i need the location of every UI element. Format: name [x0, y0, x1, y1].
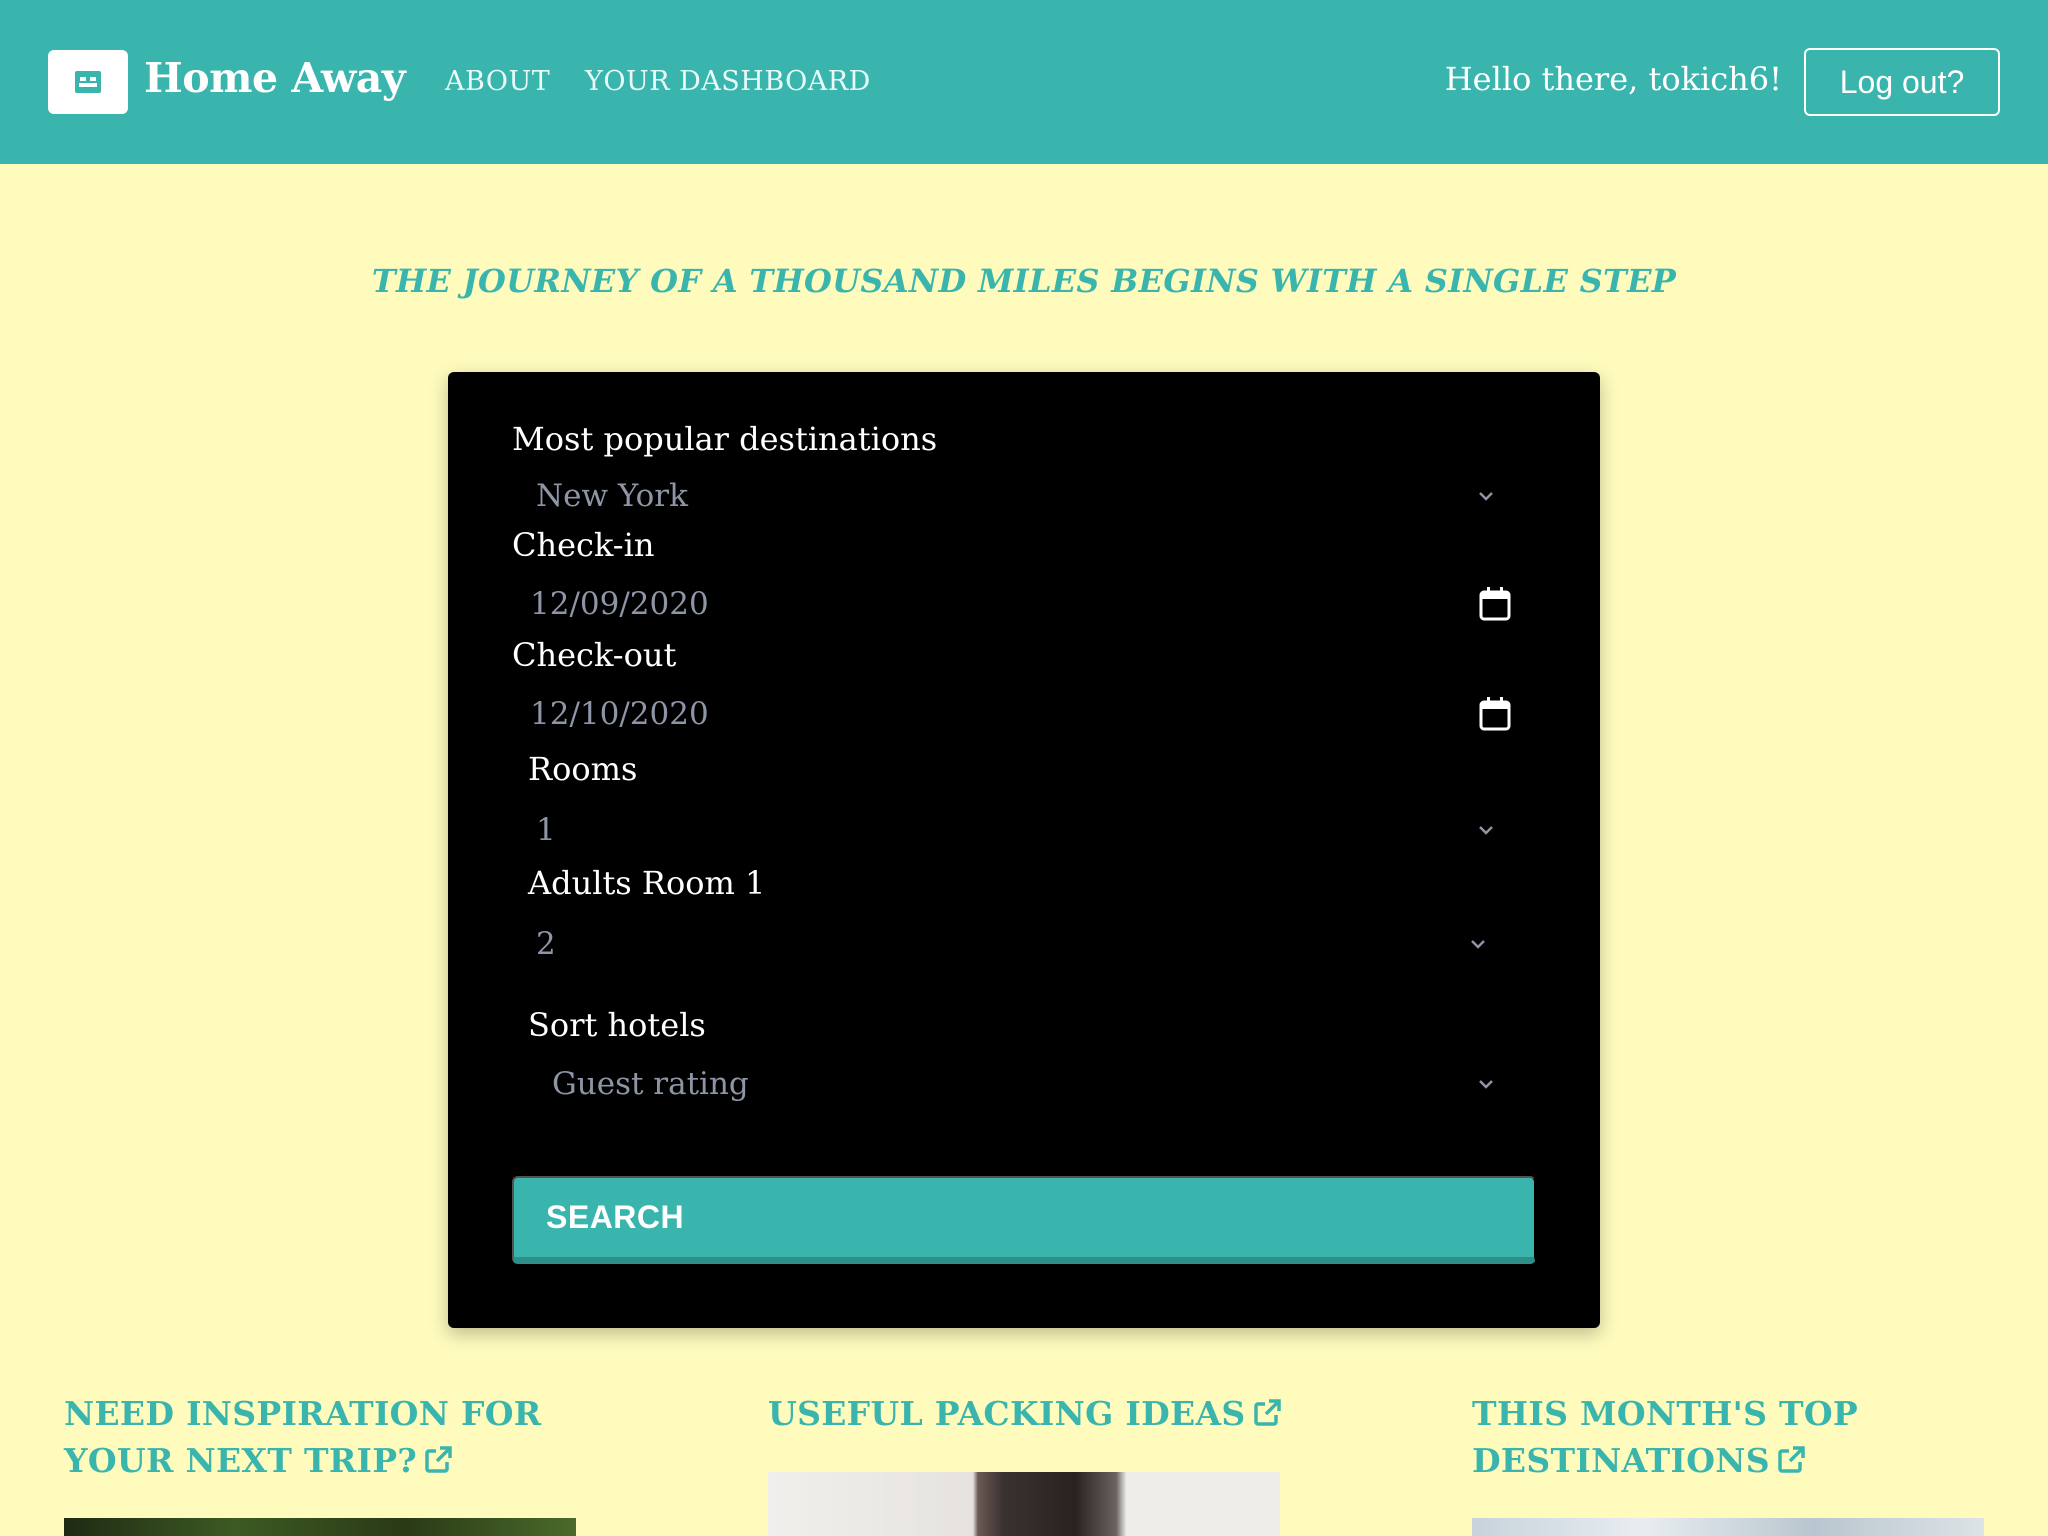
chevron-down-icon [1479, 1080, 1493, 1089]
destination-label: Most popular destinations [512, 420, 938, 458]
top-navbar: Home Away ABOUT YOUR DASHBOARD Hello the… [0, 0, 2048, 164]
adults-value: 2 [536, 926, 556, 962]
adults-label: Adults Room 1 [528, 864, 766, 902]
external-link-icon [425, 1446, 452, 1473]
external-link-icon [1253, 1399, 1281, 1426]
top-destinations-image[interactable] [1472, 1518, 1984, 1536]
search-form: Most popular destinations New York Check… [448, 372, 1600, 1328]
destination-value: New York [536, 478, 688, 514]
logo[interactable] [48, 50, 128, 114]
adults-select[interactable]: 2 [536, 916, 1536, 972]
checkout-value: 12/10/2020 [530, 696, 709, 732]
bed-icon [75, 71, 101, 93]
top-destinations-title-line2: DESTINATIONS [1472, 1441, 1770, 1480]
inspiration-title-line1: NEED INSPIRATION FOR [64, 1394, 542, 1433]
sort-select[interactable]: Guest rating [552, 1056, 1532, 1112]
external-link-icon [1778, 1446, 1805, 1473]
top-destinations-title-line1: THIS MONTH'S TOP [1472, 1394, 1859, 1433]
sort-label: Sort hotels [528, 1006, 706, 1044]
packing-ideas-title: USEFUL PACKING IDEAS [768, 1394, 1246, 1433]
checkout-date-input[interactable]: 12/10/2020 [530, 686, 1530, 742]
destination-select[interactable]: New York [536, 468, 1536, 524]
inspiration-link[interactable]: NEED INSPIRATION FOR YOUR NEXT TRIP? [64, 1390, 541, 1484]
chevron-down-icon [1479, 826, 1493, 835]
hero-quote: THE JOURNEY OF A THOUSAND MILES BEGINS W… [371, 262, 1677, 300]
rooms-value: 1 [536, 812, 556, 848]
packing-ideas-link[interactable]: USEFUL PACKING IDEAS [768, 1390, 1282, 1437]
calendar-icon[interactable] [1478, 586, 1512, 622]
nav-about[interactable]: ABOUT [445, 66, 550, 97]
calendar-icon[interactable] [1478, 696, 1512, 732]
chevron-down-icon [1471, 940, 1485, 949]
top-destinations-link[interactable]: THIS MONTH'S TOP DESTINATIONS [1472, 1390, 1858, 1484]
brand-name[interactable]: Home Away [144, 54, 406, 102]
rooms-select[interactable]: 1 [536, 802, 1536, 858]
chevron-down-icon [1479, 492, 1493, 501]
checkin-date-input[interactable]: 12/09/2020 [530, 576, 1530, 632]
checkin-value: 12/09/2020 [530, 586, 709, 622]
rooms-label: Rooms [528, 750, 638, 788]
checkout-label: Check-out [512, 636, 677, 674]
user-greeting: Hello there, tokich6! [1444, 60, 1782, 98]
inspiration-image[interactable] [64, 1518, 576, 1536]
sort-value: Guest rating [552, 1066, 749, 1102]
packing-ideas-image[interactable] [768, 1472, 1280, 1536]
checkin-label: Check-in [512, 526, 655, 564]
nav-dashboard[interactable]: YOUR DASHBOARD [585, 66, 871, 97]
search-button[interactable]: SEARCH [512, 1176, 1536, 1264]
inspiration-title-line2: YOUR NEXT TRIP? [64, 1441, 418, 1480]
logout-button[interactable]: Log out? [1804, 48, 2000, 116]
